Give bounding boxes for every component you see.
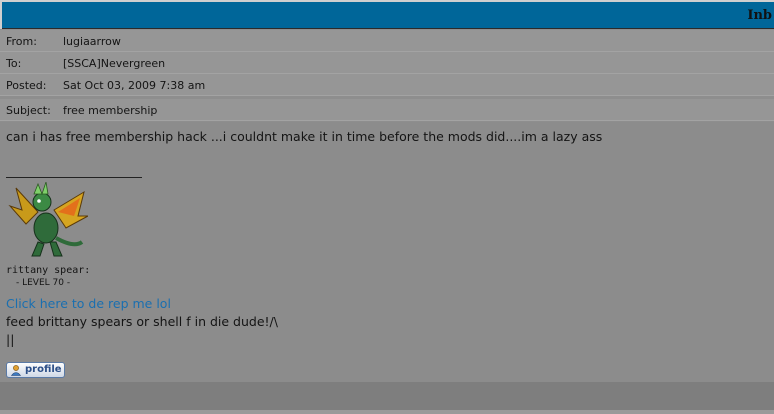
subject-value: free membership <box>63 104 158 117</box>
signature-name: rittany spear: <box>6 265 91 276</box>
signature-divider <box>6 177 142 178</box>
signature-bars: || <box>6 332 15 347</box>
bottom-edge <box>0 410 774 414</box>
to-value: [SSCA]Nevergreen <box>63 57 166 70</box>
inbox-header: Inb <box>0 0 774 29</box>
profile-button[interactable]: profile <box>6 362 65 378</box>
from-row: From: lugiaarrow <box>0 30 774 52</box>
message-body: can i has free membership hack ...i coul… <box>0 122 774 382</box>
signature-level: - LEVEL 70 - <box>16 278 71 288</box>
to-label: To: <box>6 57 22 70</box>
message-text: can i has free membership hack ...i coul… <box>6 129 603 144</box>
posted-value: Sat Oct 03, 2009 7:38 am <box>63 79 206 92</box>
subject-label: Subject: <box>6 104 51 117</box>
posted-label: Posted: <box>6 79 47 92</box>
profile-label: profile <box>25 364 62 375</box>
from-label: From: <box>6 35 37 48</box>
message-footer <box>0 382 774 410</box>
dragon-avatar-icon <box>8 182 88 257</box>
inbox-title: Inb <box>747 8 772 23</box>
from-value: lugiaarrow <box>63 35 121 48</box>
to-row: To: [SSCA]Nevergreen <box>0 52 774 74</box>
posted-row: Posted: Sat Oct 03, 2009 7:38 am <box>0 74 774 96</box>
user-icon <box>10 364 22 379</box>
subject-row: Subject: free membership <box>0 99 774 121</box>
inbox-header-bar: Inb <box>2 2 774 29</box>
de-rep-link[interactable]: Click here to de rep me lol <box>6 296 171 311</box>
signature-text: feed brittany spears or shell f in die d… <box>6 314 278 329</box>
